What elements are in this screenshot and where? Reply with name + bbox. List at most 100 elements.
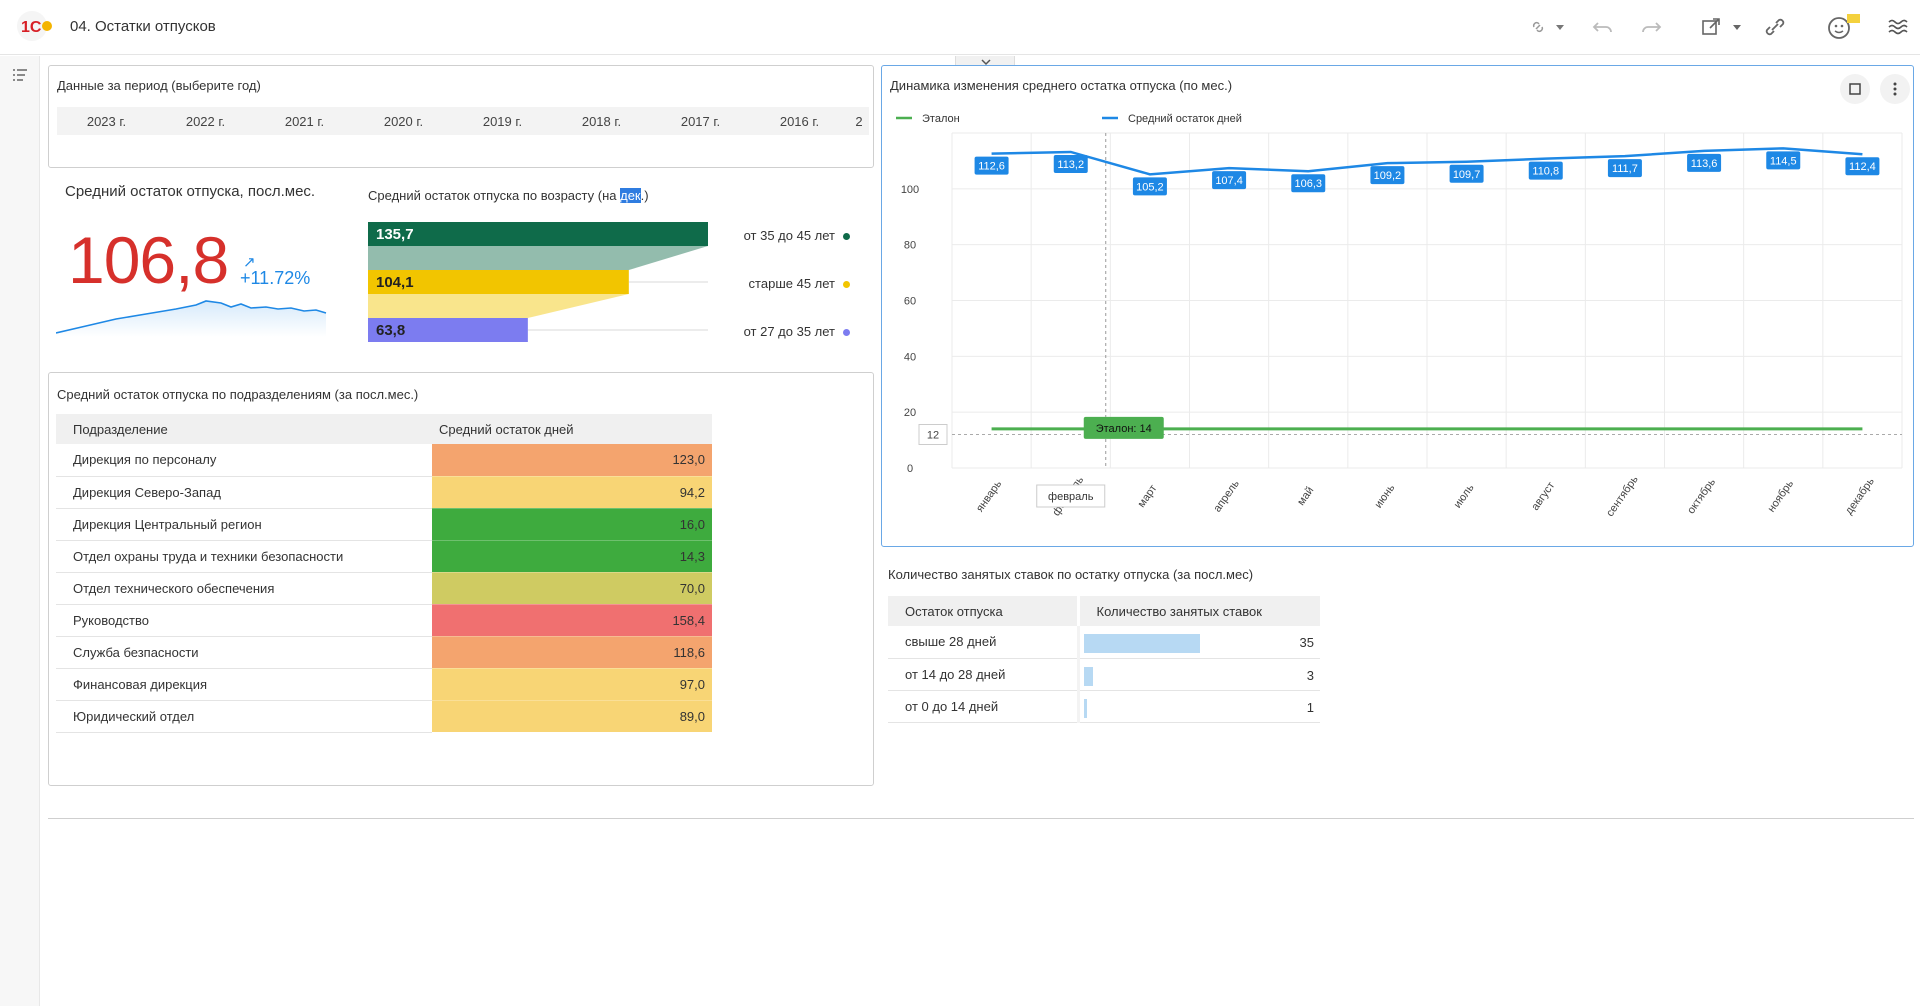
leave-range-label: свыше 28 дней	[888, 626, 1078, 659]
table-row[interactable]: Дирекция Северо-Запад 94,2	[56, 476, 712, 509]
column-header[interactable]: Средний остаток дней	[432, 414, 712, 444]
kpi-value: 106,8	[68, 223, 229, 297]
department-value: 14,3	[432, 540, 712, 573]
year-selector: 2023 г. 2022 г. 2021 г. 2020 г. 2019 г. …	[57, 107, 869, 135]
year-option[interactable]: 2019 г.	[453, 114, 552, 129]
x-tick-label: октябрь	[1685, 476, 1718, 516]
y-tick-label: 40	[904, 351, 916, 363]
y-tick-label: 20	[904, 407, 916, 419]
data-label: 111,7	[1612, 163, 1638, 175]
x-tick-label: сентябрь	[1604, 473, 1641, 518]
year-option[interactable]: 2018 г.	[552, 114, 651, 129]
department-name: Финансовая дирекция	[56, 668, 432, 701]
rate-count-cell: 35	[1076, 626, 1320, 659]
year-option[interactable]: 2	[849, 114, 869, 129]
rate-count: 1	[1306, 699, 1314, 715]
funnel-legend-label: старше 45 лет	[748, 276, 835, 291]
year-option[interactable]: 2016 г.	[750, 114, 849, 129]
rate-bar	[1083, 634, 1200, 653]
column-header[interactable]: Количество занятых ставок	[1076, 596, 1320, 626]
data-label: 109,7	[1453, 169, 1481, 181]
department-value: 97,0	[432, 668, 712, 701]
column-header[interactable]: Остаток отпуска	[888, 596, 1078, 626]
feedback-icon[interactable]	[1826, 14, 1862, 40]
copy-link-icon[interactable]	[1762, 14, 1788, 40]
department-name: Руководство	[56, 604, 432, 637]
link-menu-icon[interactable]	[1528, 14, 1568, 40]
rate-count-cell: 1	[1076, 690, 1320, 723]
undo-icon[interactable]	[1590, 14, 1616, 40]
1c-logo[interactable]: 1C	[16, 10, 54, 42]
funnel-legend-item: от 35 до 45 лет	[700, 228, 850, 243]
export-menu-icon[interactable]	[1700, 14, 1744, 40]
data-label: 113,6	[1691, 158, 1718, 170]
table-row[interactable]: от 14 до 28 дней 3	[888, 658, 1320, 691]
year-option[interactable]: 2022 г.	[156, 114, 255, 129]
y-tick-label: 100	[901, 184, 919, 196]
funnel-legend-label: от 27 до 35 лет	[743, 324, 835, 339]
x-tick-label: август	[1529, 480, 1557, 513]
department-value: 118,6	[432, 636, 712, 669]
x-tick-label: январь	[974, 478, 1004, 514]
department-value: 123,0	[432, 444, 712, 477]
kpi-delta: +11.72%	[240, 268, 311, 288]
funnel-title-text: Средний остаток отпуска по возрасту (на	[368, 188, 621, 203]
table-row[interactable]: Дирекция по персоналу 123,0	[56, 444, 712, 477]
kpi-title: Средний остаток отпуска, посл.мес.	[65, 183, 316, 200]
data-label: 105,2	[1136, 181, 1164, 193]
funnel-bar[interactable]	[368, 222, 708, 246]
line-chart-title: Динамика изменения среднего остатка отпу…	[890, 78, 1233, 93]
departments-title: Средний остаток отпуска по подразделения…	[57, 387, 419, 402]
year-option[interactable]: 2020 г.	[354, 114, 453, 129]
x-tick-label: март	[1135, 483, 1159, 510]
funnel-title-highlight: дек	[620, 188, 641, 203]
leave-dynamics-chart: Эталон Средний остаток дней 0 20 40 60 80 100 12…	[896, 113, 1903, 519]
funnel-value: 63,8	[376, 322, 405, 339]
period-filter-panel: Данные за период (выберите год) 2023 г. …	[48, 65, 874, 168]
redo-icon[interactable]	[1638, 14, 1664, 40]
table-row[interactable]: Отдел технического обеспечения 70,0	[56, 572, 712, 605]
department-value: 94,2	[432, 476, 712, 509]
period-filter-title: Данные за период (выберите год)	[57, 78, 261, 93]
table-row[interactable]: Отдел охраны труда и техники безопасност…	[56, 540, 712, 573]
funnel-connector	[368, 294, 629, 318]
data-label: 107,4	[1215, 175, 1243, 187]
year-option[interactable]: 2017 г.	[651, 114, 750, 129]
y-tick-label: 0	[907, 463, 913, 475]
column-header[interactable]: Подразделение	[56, 414, 432, 444]
data-label: 109,2	[1374, 170, 1402, 182]
x-tick-label: декабрь	[1843, 475, 1877, 516]
x-tick-label: июль	[1452, 482, 1477, 511]
table-row[interactable]: Руководство 158,4	[56, 604, 712, 637]
left-rail	[0, 56, 40, 1006]
department-value: 16,0	[432, 508, 712, 541]
department-value: 70,0	[432, 572, 712, 605]
department-name: Дирекция по персоналу	[56, 444, 432, 477]
legend-label: Средний остаток дней	[1128, 113, 1242, 125]
outline-menu-icon[interactable]	[12, 68, 28, 82]
legend-dot	[843, 281, 850, 289]
departments-table: Подразделение Средний остаток дней Дирек…	[56, 414, 712, 733]
settings-waves-icon[interactable]	[1886, 14, 1910, 40]
year-option[interactable]: 2021 г.	[255, 114, 354, 129]
reference-tooltip-text: Эталон: 14	[1096, 423, 1152, 435]
legend-label: Эталон	[922, 113, 960, 125]
department-name: Отдел технического обеспечения	[56, 572, 432, 605]
table-row[interactable]: Дирекция Центральный регион 16,0	[56, 508, 712, 541]
funnel-connector	[368, 246, 708, 270]
funnel-legend-item: от 27 до 35 лет	[700, 324, 850, 339]
data-label: 112,6	[978, 161, 1005, 173]
table-row[interactable]: Юридический отдел 89,0	[56, 700, 712, 733]
rates-table: Остаток отпуска Количество занятых ставо…	[888, 596, 1320, 723]
funnel-legend-label: от 35 до 45 лет	[743, 228, 835, 243]
x-tick-label: апрель	[1211, 478, 1242, 515]
rate-count: 3	[1306, 667, 1314, 683]
year-option[interactable]: 2023 г.	[57, 114, 156, 129]
department-value: 158,4	[432, 604, 712, 637]
data-label: 114,5	[1770, 155, 1797, 167]
table-row[interactable]: Финансовая дирекция 97,0	[56, 668, 712, 701]
table-row[interactable]: Служба безпасности 118,6	[56, 636, 712, 669]
table-row[interactable]: свыше 28 дней 35	[888, 626, 1320, 659]
table-row[interactable]: от 0 до 14 дней 1	[888, 690, 1320, 723]
y-tick-label: 80	[904, 240, 916, 252]
